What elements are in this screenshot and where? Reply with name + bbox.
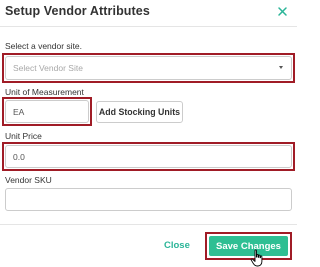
save-changes-highlight: Save Changes [205, 232, 292, 260]
vendor-sku-label: Vendor SKU [5, 175, 52, 185]
add-stocking-units-button[interactable]: Add Stocking Units [96, 101, 183, 123]
dialog-header: Setup Vendor Attributes [0, 0, 297, 27]
vendor-site-select[interactable]: Select Vendor Site [5, 56, 292, 80]
footer-divider [0, 224, 297, 225]
vendor-site-label: Select a vendor site. [5, 41, 83, 51]
close-x-icon[interactable] [277, 6, 288, 17]
unit-of-measurement-label: Unit of Measurement [5, 87, 84, 97]
unit-of-measurement-value: EA [13, 106, 25, 117]
unit-of-measurement-input[interactable]: EA [5, 100, 89, 123]
close-button[interactable]: Close [164, 240, 190, 251]
hand-pointer-icon [250, 249, 263, 267]
dialog-title: Setup Vendor Attributes [5, 4, 150, 18]
unit-price-value: 0.0 [13, 151, 25, 162]
unit-price-label: Unit Price [5, 131, 42, 141]
vendor-site-placeholder: Select Vendor Site [13, 63, 83, 73]
vendor-sku-input[interactable] [5, 188, 292, 211]
chevron-down-icon [279, 66, 283, 69]
unit-price-input[interactable]: 0.0 [5, 145, 292, 168]
setup-vendor-attributes-dialog: Setup Vendor Attributes Select a vendor … [0, 0, 297, 267]
save-changes-button[interactable]: Save Changes [209, 236, 288, 256]
